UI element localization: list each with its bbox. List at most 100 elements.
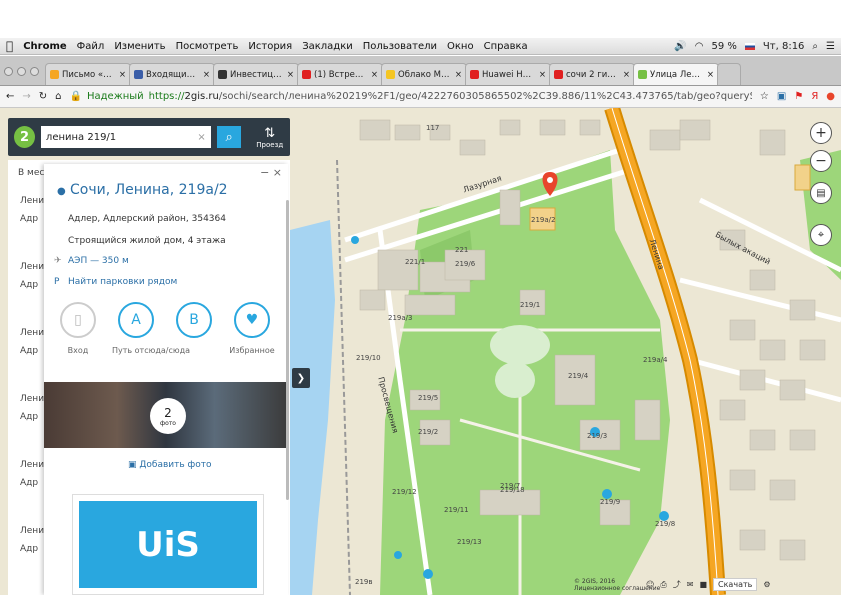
- menu-help[interactable]: Справка: [484, 41, 528, 52]
- building-label[interactable]: 219/4: [568, 372, 588, 380]
- building-label[interactable]: 219/1: [520, 301, 540, 309]
- building-label[interactable]: 221: [455, 246, 468, 254]
- list-item[interactable]: Лени: [20, 328, 44, 338]
- list-item[interactable]: Лени: [20, 262, 44, 272]
- close-window-icon[interactable]: [4, 67, 13, 76]
- close-tab-icon[interactable]: ×: [539, 70, 546, 80]
- building-label[interactable]: 219/6: [455, 260, 475, 268]
- minimize-card-icon[interactable]: −: [260, 166, 269, 179]
- close-tab-icon[interactable]: ×: [455, 70, 462, 80]
- menu-file[interactable]: Файл: [77, 41, 105, 52]
- close-card-icon[interactable]: ×: [273, 166, 282, 179]
- menu-window[interactable]: Окно: [447, 41, 474, 52]
- forward-icon[interactable]: →: [22, 91, 30, 102]
- geolocation-icon[interactable]: ⌖: [810, 224, 832, 246]
- chat-icon[interactable]: ■: [699, 580, 707, 589]
- find-parking-link[interactable]: Найти парковки рядом: [68, 277, 177, 287]
- entrance-action[interactable]: ▯ Вход: [52, 302, 104, 355]
- close-tab-icon[interactable]: ×: [707, 70, 714, 80]
- back-icon[interactable]: ←: [6, 91, 14, 102]
- list-item[interactable]: Лени: [20, 460, 44, 470]
- building-label[interactable]: 219а/2: [531, 216, 555, 224]
- download-button[interactable]: Скачать: [713, 578, 758, 591]
- route-button[interactable]: ⇅ Проезд: [255, 120, 284, 154]
- clear-search-icon[interactable]: ×: [197, 132, 205, 143]
- clock[interactable]: Чт, 8:16: [763, 41, 805, 52]
- airport-distance[interactable]: АЭП — 350 м: [68, 256, 129, 266]
- menu-bookmarks[interactable]: Закладки: [302, 41, 353, 52]
- list-icon[interactable]: ☰: [826, 41, 835, 52]
- new-tab-button[interactable]: [717, 63, 741, 85]
- menu-history[interactable]: История: [248, 41, 292, 52]
- tab-2[interactable]: Входящие — ×: [129, 63, 215, 85]
- minimize-window-icon[interactable]: [17, 67, 26, 76]
- tab-1[interactable]: Письмо «Эсто×: [45, 63, 131, 85]
- tab-8-active[interactable]: Улица Ленина×: [633, 63, 719, 85]
- favorite-action[interactable]: ♥ Избранное: [226, 302, 278, 355]
- building-label[interactable]: 219/9: [600, 498, 620, 506]
- list-item[interactable]: Лени: [20, 394, 44, 404]
- 2gis-logo-icon[interactable]: 2: [14, 126, 35, 148]
- menu-edit[interactable]: Изменить: [114, 41, 165, 52]
- building-label[interactable]: 219/2: [418, 428, 438, 436]
- volume-icon[interactable]: 🔊: [674, 41, 686, 52]
- yandex-icon[interactable]: Я: [811, 91, 818, 102]
- building-label[interactable]: 219/12: [392, 488, 417, 496]
- building-label[interactable]: 219/10: [356, 354, 381, 362]
- building-label[interactable]: 219/8: [655, 520, 675, 528]
- zoom-out-button[interactable]: −: [810, 150, 832, 172]
- bookmark-star-icon[interactable]: ☆: [760, 91, 769, 102]
- building-label[interactable]: 219/11: [444, 506, 469, 514]
- route-action[interactable]: A Путь отсюда/сюда: [110, 302, 190, 355]
- building-label[interactable]: 219а/4: [643, 356, 667, 364]
- menu-view[interactable]: Посмотреть: [176, 41, 239, 52]
- building-label[interactable]: 219/3: [587, 432, 607, 440]
- building-label[interactable]: 117: [426, 124, 439, 132]
- extension-icon[interactable]: ▣: [777, 91, 786, 102]
- apple-icon[interactable]: : [6, 39, 13, 53]
- mail-icon[interactable]: ✉: [687, 580, 694, 589]
- layers-icon[interactable]: ▤: [810, 182, 832, 204]
- building-label[interactable]: 219/13: [457, 538, 482, 546]
- collapse-panel-button[interactable]: ❯: [292, 368, 310, 388]
- share-action[interactable]: B: [168, 302, 220, 355]
- list-item[interactable]: Лени: [20, 526, 44, 536]
- tab-5[interactable]: Облако Mail.Ru×: [381, 63, 467, 85]
- close-tab-icon[interactable]: ×: [287, 70, 294, 80]
- card-scrollbar[interactable]: [286, 200, 289, 500]
- photo-count-badge[interactable]: 2 фото: [150, 398, 186, 434]
- close-tab-icon[interactable]: ×: [203, 70, 210, 80]
- add-photo-link[interactable]: ▣ Добавить фото: [128, 460, 212, 470]
- wifi-icon[interactable]: ◠: [695, 41, 704, 52]
- close-tab-icon[interactable]: ×: [623, 70, 630, 80]
- tab-4[interactable]: (1) Встреча с ×: [297, 63, 383, 85]
- person-icon[interactable]: ☺: [646, 580, 654, 589]
- search-icon[interactable]: ⌕: [812, 41, 818, 52]
- menu-users[interactable]: Пользователи: [363, 41, 437, 52]
- extension3-icon[interactable]: ●: [826, 91, 835, 102]
- extension2-icon[interactable]: ⚑: [794, 91, 803, 102]
- search-button[interactable]: ⌕: [216, 126, 242, 148]
- building-label[interactable]: 219/5: [418, 394, 438, 402]
- menu-app-chrome[interactable]: Chrome: [23, 41, 66, 52]
- lock-icon[interactable]: 🔒: [70, 91, 82, 102]
- reload-icon[interactable]: ↻: [39, 91, 47, 102]
- share-icon[interactable]: ⤴: [673, 579, 681, 590]
- tab-3[interactable]: Инвестиции в×: [213, 63, 299, 85]
- list-item[interactable]: Лени: [20, 196, 44, 206]
- building-label[interactable]: 219а/3: [388, 314, 412, 322]
- photo-gallery[interactable]: 2 фото: [44, 382, 288, 448]
- search-input[interactable]: ленина 219/1 ×: [40, 126, 211, 148]
- ad-banner[interactable]: UiS: [72, 494, 264, 595]
- flag-icon[interactable]: [744, 42, 755, 50]
- close-tab-icon[interactable]: ×: [119, 70, 126, 80]
- tab-6[interactable]: Huawei Honor×: [465, 63, 551, 85]
- building-label[interactable]: 219в: [355, 578, 373, 586]
- print-icon[interactable]: ⎙: [660, 580, 666, 590]
- url-field[interactable]: 🔒 Надежный https://2gis.ru/sochi/search/…: [70, 88, 752, 105]
- building-label[interactable]: 219/18: [500, 486, 525, 494]
- settings-icon[interactable]: ⚙: [763, 580, 770, 589]
- tab-7[interactable]: сочи 2 гис — ×: [549, 63, 635, 85]
- home-icon[interactable]: ⌂: [55, 91, 61, 102]
- zoom-window-icon[interactable]: [30, 67, 39, 76]
